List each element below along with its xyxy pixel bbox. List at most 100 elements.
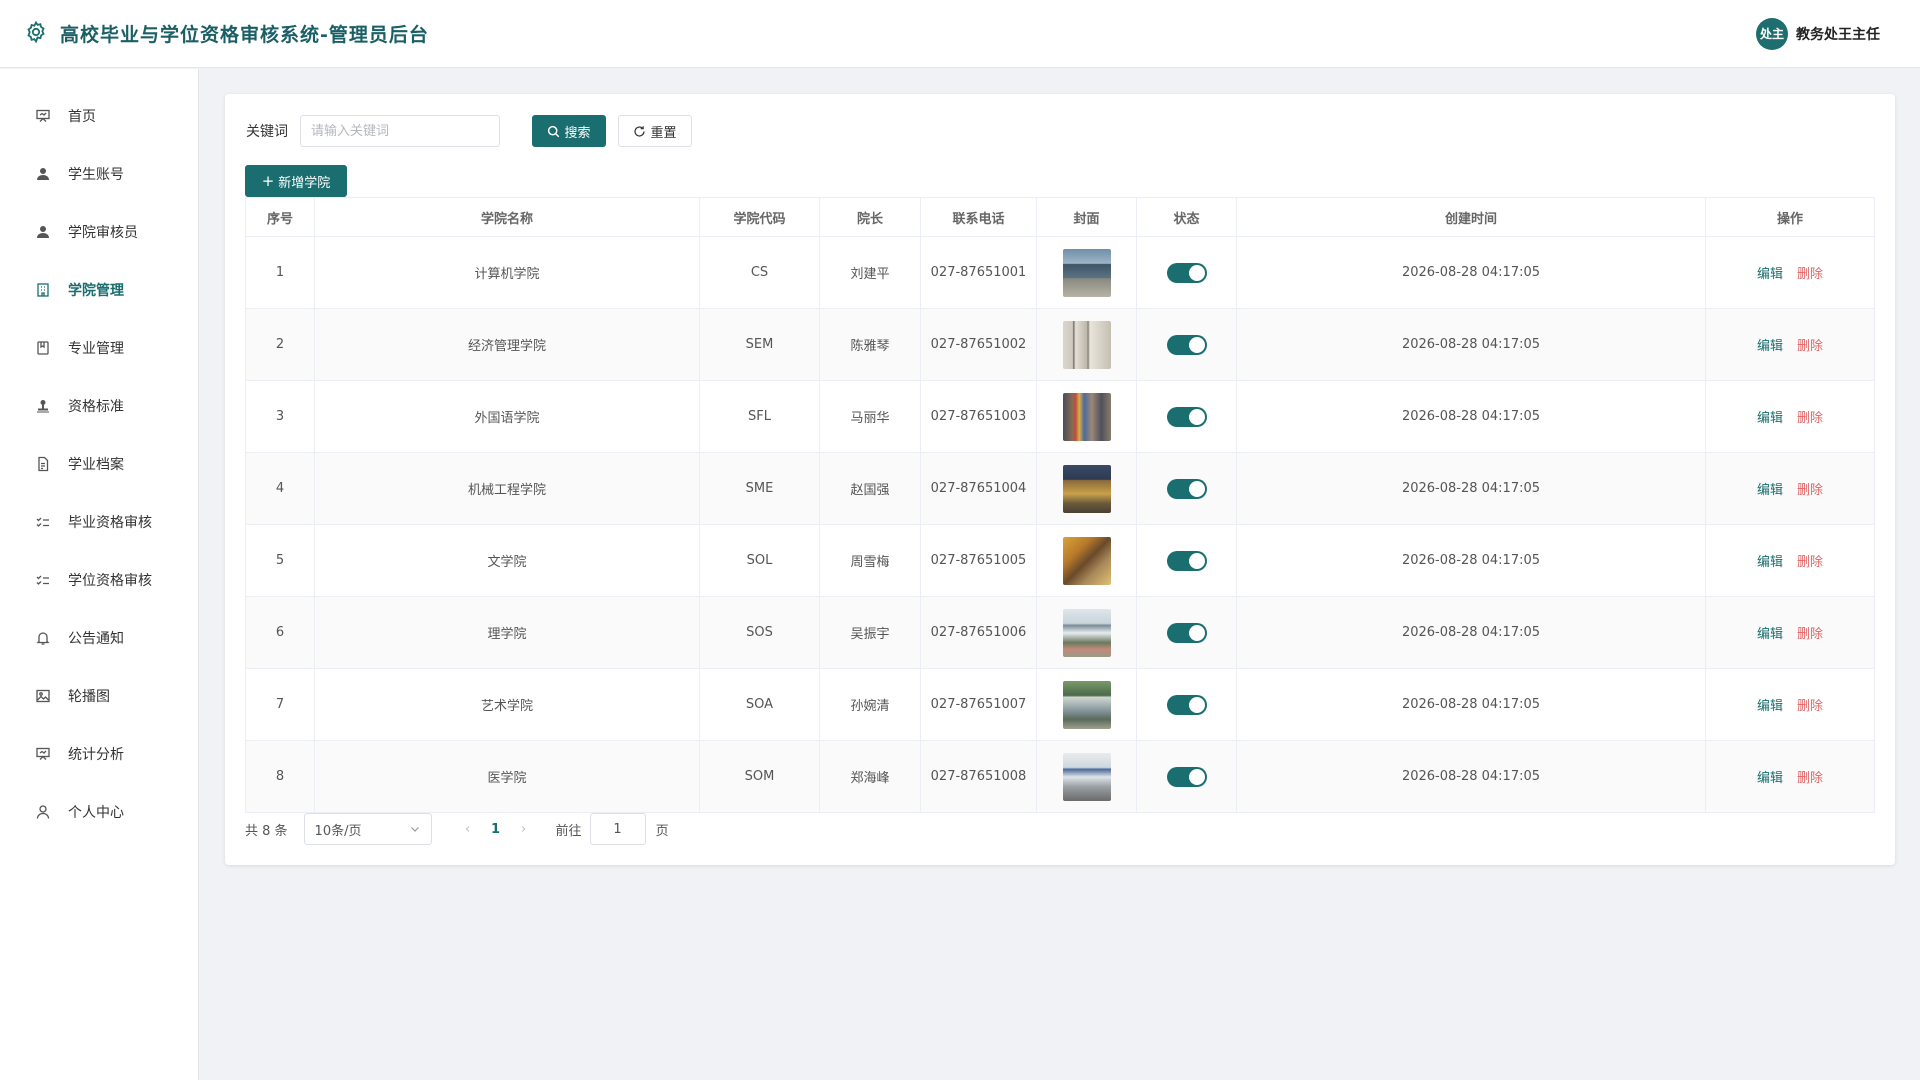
sidebar-item-label: 个人中心 (68, 805, 124, 821)
cell-code: SME (699, 452, 820, 525)
cell-actions: 编辑 删除 (1705, 740, 1875, 813)
cell-dean: 刘建平 (819, 236, 921, 309)
goto-page-input[interactable] (589, 813, 646, 845)
keyword-label: 关键词 (246, 124, 288, 140)
sidebar-item[interactable]: 轮播图 (0, 667, 198, 725)
cell-status (1136, 668, 1237, 741)
gear-icon (24, 20, 48, 48)
chevron-down-icon (410, 827, 419, 832)
column-header: 学院名称 (314, 197, 700, 237)
checklist-icon (34, 513, 52, 531)
edit-link[interactable]: 编辑 (1757, 483, 1783, 498)
cover-image[interactable] (1062, 464, 1111, 513)
column-header: 操作 (1705, 197, 1875, 237)
status-toggle[interactable] (1166, 334, 1207, 355)
delete-link[interactable]: 删除 (1797, 267, 1823, 282)
cell-dean: 郑海峰 (819, 740, 921, 813)
search-button[interactable]: 搜索 (532, 115, 606, 147)
user-name[interactable]: 教务处王主任 (1796, 24, 1880, 44)
page-size-select[interactable]: 10条/页 (303, 813, 432, 845)
sidebar-item-label: 学院审核员 (68, 225, 138, 241)
edit-link[interactable]: 编辑 (1757, 771, 1783, 786)
status-toggle[interactable] (1166, 550, 1207, 571)
status-toggle[interactable] (1166, 478, 1207, 499)
cell-created: 2026-08-28 04:17:05 (1236, 596, 1706, 669)
column-header: 联系电话 (920, 197, 1037, 237)
sidebar-item[interactable]: 学院管理 (0, 261, 198, 319)
delete-link[interactable]: 删除 (1797, 699, 1823, 714)
table-row: 8 医学院 SOM 郑海峰 027-87651008 2026-08-28 04:17:0… (245, 740, 1875, 813)
sidebar-item[interactable]: 个人中心 (0, 783, 198, 841)
edit-link[interactable]: 编辑 (1757, 267, 1783, 282)
table-row: 7 艺术学院 SOA 孙婉清 027-87651007 2026-08-28 04:17:… (245, 668, 1875, 741)
cell-index: 4 (245, 452, 315, 525)
cell-phone: 027-87651008 (920, 740, 1037, 813)
user-menu[interactable]: 处主 教务处王主任 (1756, 17, 1880, 50)
add-college-button[interactable]: + 新增学院 (245, 165, 347, 197)
cell-phone: 027-87651003 (920, 380, 1037, 453)
cover-image[interactable] (1062, 680, 1111, 729)
sidebar-item-label: 公告通知 (68, 631, 124, 647)
delete-link[interactable]: 删除 (1797, 555, 1823, 570)
goto-unit-label: 页 (655, 823, 669, 839)
status-toggle[interactable] (1166, 694, 1207, 715)
cell-code: SOM (699, 740, 820, 813)
edit-link[interactable]: 编辑 (1757, 627, 1783, 642)
sidebar-item[interactable]: 学生账号 (0, 145, 198, 203)
main-card: 关键词 搜索 重置 + 新增学院 序号学院名称学院代码院长联系电话封面状态创建时… (225, 94, 1895, 865)
status-toggle[interactable] (1166, 766, 1207, 787)
column-header: 学院代码 (699, 197, 820, 237)
sidebar-item-label: 资格标准 (68, 399, 124, 415)
cell-name: 经济管理学院 (314, 308, 700, 381)
status-toggle[interactable] (1166, 406, 1207, 427)
edit-link[interactable]: 编辑 (1757, 699, 1783, 714)
delete-link[interactable]: 删除 (1797, 411, 1823, 426)
next-page-button[interactable]: › (510, 822, 538, 837)
sidebar-item[interactable]: 专业管理 (0, 319, 198, 377)
avatar[interactable]: 处主 (1756, 17, 1788, 50)
page-number-current[interactable]: 1 (482, 822, 510, 837)
sidebar-item[interactable]: 毕业资格审核 (0, 493, 198, 551)
checklist-icon (34, 571, 52, 589)
document-icon (34, 455, 52, 473)
sidebar-item-label: 首页 (68, 109, 96, 125)
edit-link[interactable]: 编辑 (1757, 339, 1783, 354)
reset-button[interactable]: 重置 (618, 115, 692, 147)
sidebar-item-label: 统计分析 (68, 747, 124, 763)
delete-link[interactable]: 删除 (1797, 339, 1823, 354)
edit-link[interactable]: 编辑 (1757, 555, 1783, 570)
cover-image[interactable] (1062, 536, 1111, 585)
delete-link[interactable]: 删除 (1797, 627, 1823, 642)
cover-image[interactable] (1062, 608, 1111, 657)
search-bar: 关键词 搜索 重置 (245, 115, 1875, 147)
college-table: 序号 学院名称 学院代码 院长 联系电话 封面 状态 创建时间 操作 1 计算机学院 CS 刘建平 02… (245, 197, 1875, 813)
bell-icon (34, 629, 52, 647)
cover-image[interactable] (1062, 248, 1111, 297)
delete-link[interactable]: 删除 (1797, 771, 1823, 786)
sidebar-item[interactable]: 统计分析 (0, 725, 198, 783)
sidebar-item[interactable]: 资格标准 (0, 377, 198, 435)
delete-link[interactable]: 删除 (1797, 483, 1823, 498)
pagination: 共 8 条 10条/页 ‹ 1 › 前往 页 (245, 813, 1875, 845)
cell-code: SOL (699, 524, 820, 597)
cell-dean: 马丽华 (819, 380, 921, 453)
cell-dean: 孙婉清 (819, 668, 921, 741)
plus-icon: + (261, 171, 275, 190)
cell-code: CS (699, 236, 820, 309)
sidebar-item[interactable]: 首页 (0, 87, 198, 145)
cover-image[interactable] (1062, 752, 1111, 801)
status-toggle[interactable] (1166, 622, 1207, 643)
sidebar-item[interactable]: 公告通知 (0, 609, 198, 667)
edit-link[interactable]: 编辑 (1757, 411, 1783, 426)
cover-image[interactable] (1062, 320, 1111, 369)
status-toggle[interactable] (1166, 262, 1207, 283)
sidebar-item[interactable]: 学院审核员 (0, 203, 198, 261)
prev-page-button[interactable]: ‹ (454, 822, 482, 837)
cover-image[interactable] (1062, 392, 1111, 441)
sidebar-item[interactable]: 学位资格审核 (0, 551, 198, 609)
sidebar-item[interactable]: 学业档案 (0, 435, 198, 493)
cell-code: SOA (699, 668, 820, 741)
notebook-icon (34, 339, 52, 357)
table-row: 6 理学院 SOS 吴振宇 027-87651006 2026-08-28 04:17:0… (245, 596, 1875, 669)
keyword-input[interactable] (300, 115, 500, 147)
